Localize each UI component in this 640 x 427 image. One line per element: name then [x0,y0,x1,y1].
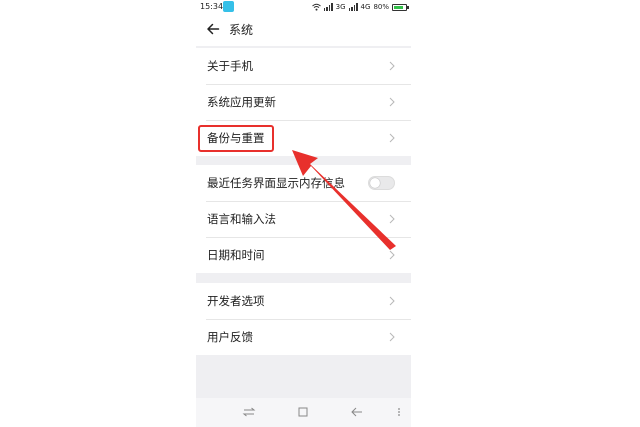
chevron-right-icon [389,250,395,260]
chevron-right-icon [389,332,395,342]
screenshot-canvas: 15:34 3G 4G 80% 系统 关于手机 系统应用更新 备份与重置 最近任… [0,0,640,427]
settings-group-1: 关于手机 系统应用更新 备份与重置 [196,48,411,156]
settings-item-about-phone[interactable]: 关于手机 [196,48,411,84]
settings-item-label: 系统应用更新 [207,95,276,109]
battery-icon [392,3,409,11]
toggle-knob [370,178,380,188]
network-label-2: 4G [360,3,371,11]
settings-item-system-app-update[interactable]: 系统应用更新 [196,84,411,120]
settings-item-user-feedback[interactable]: 用户反馈 [196,319,411,355]
notification-app-icon [223,1,234,12]
signal-icon [323,3,333,11]
settings-item-label: 最近任务界面显示内存信息 [207,176,345,190]
settings-group-3: 开发者选项 用户反馈 [196,283,411,355]
page-title: 系统 [229,23,254,37]
phone-screen: 15:34 3G 4G 80% 系统 关于手机 系统应用更新 备份与重置 最近任… [196,0,411,427]
back-arrow-icon[interactable] [350,405,364,419]
signal-icon [348,3,358,11]
status-indicators: 3G 4G 80% [311,1,409,13]
status-time: 15:34 [200,2,224,11]
wifi-icon [311,3,321,11]
battery-percent: 80% [373,3,389,11]
settings-item-recent-tasks-memory[interactable]: 最近任务界面显示内存信息 [196,165,411,201]
chevron-right-icon [389,97,395,107]
memory-info-toggle[interactable] [368,176,395,190]
settings-item-label: 用户反馈 [207,330,253,344]
settings-item-label: 关于手机 [207,59,253,73]
settings-item-developer-options[interactable]: 开发者选项 [196,283,411,319]
settings-item-label: 备份与重置 [207,131,265,145]
settings-group-2: 最近任务界面显示内存信息 语言和输入法 日期和时间 [196,165,411,273]
settings-item-label: 语言和输入法 [207,212,276,226]
battery-fill [394,5,403,9]
settings-item-date-time[interactable]: 日期和时间 [196,237,411,273]
settings-item-label: 日期和时间 [207,248,265,262]
switch-icon[interactable] [242,405,256,419]
chevron-right-icon [389,214,395,224]
home-square-icon[interactable] [296,405,310,419]
menu-dots-icon[interactable] [392,405,406,419]
network-label-1: 3G [335,3,346,11]
header: 系统 [196,14,411,46]
chevron-right-icon [389,133,395,143]
settings-item-language-input[interactable]: 语言和输入法 [196,201,411,237]
settings-item-label: 开发者选项 [207,294,265,308]
chevron-right-icon [389,296,395,306]
arrow-left-icon[interactable] [206,22,220,36]
navigation-bar [196,398,411,427]
status-bar: 15:34 3G 4G 80% [196,0,411,14]
settings-item-backup-reset[interactable]: 备份与重置 [196,120,411,156]
chevron-right-icon [389,61,395,71]
